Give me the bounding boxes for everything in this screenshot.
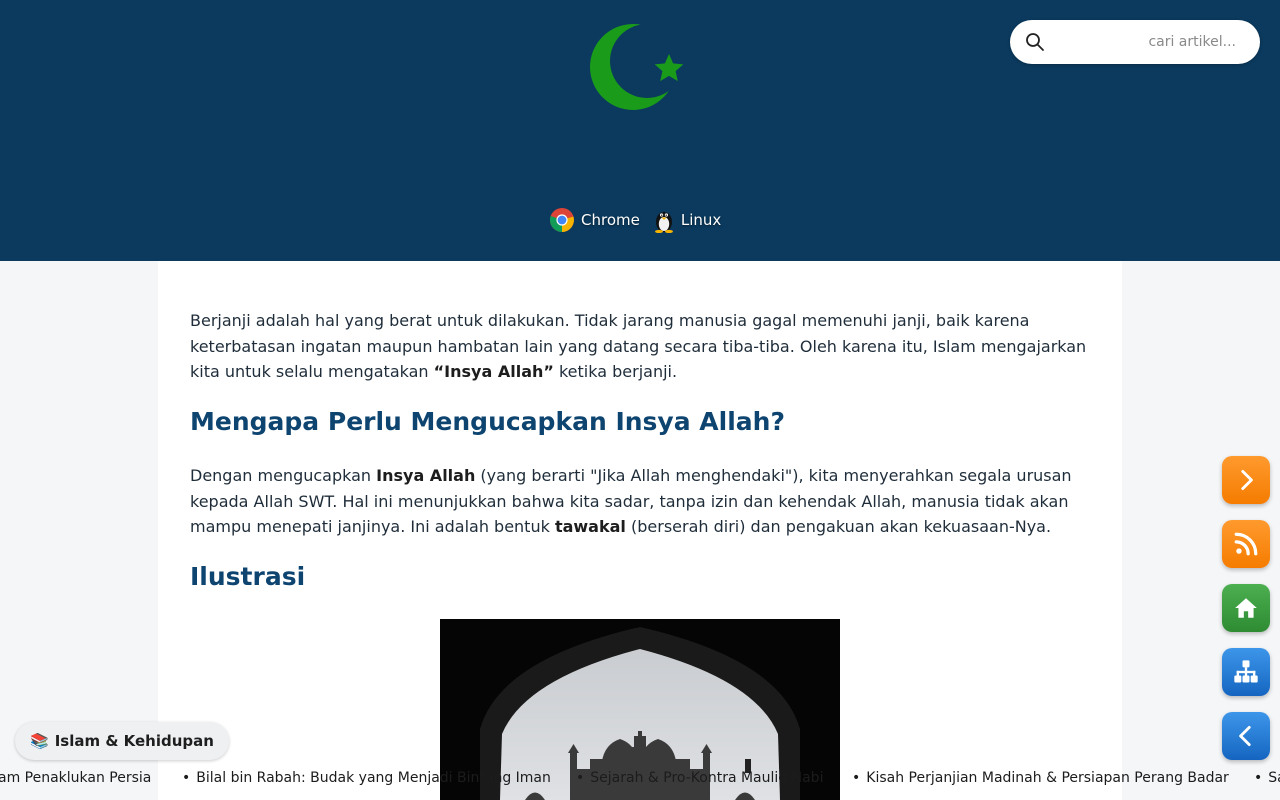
platform-chrome-label: Chrome	[581, 211, 640, 229]
site-header: Chrome Linux	[0, 0, 1280, 261]
chrome-icon	[549, 208, 574, 232]
explanation-text-3: (berserah diri) dan pengakuan akan kekua…	[625, 517, 1052, 536]
ticker-item[interactable]: • Kisah Perjanjian Madinah & Persiapan Pe…	[852, 770, 1229, 786]
rss-feed-button[interactable]	[1222, 520, 1270, 568]
rss-icon	[1234, 532, 1258, 556]
explanation-text-1: Dengan mengucapkan	[190, 466, 377, 485]
sitemap-button[interactable]	[1222, 648, 1270, 696]
explanation-bold-1: Insya Allah	[376, 466, 476, 485]
crescent-star-icon[interactable]	[588, 22, 690, 114]
ticker-item[interactable]: • Bilal bin Rabah: Budak yang Menjadi Bin…	[182, 770, 551, 786]
explanation-paragraph: Dengan mengucapkan Insya Allah (yang ber…	[190, 463, 1090, 540]
home-icon	[1235, 598, 1257, 618]
article-ticker: am Penaklukan Persia • Bilal bin Rabah: B…	[0, 766, 1280, 792]
next-article-button[interactable]	[1222, 456, 1270, 504]
platform-linux-link[interactable]: Linux	[653, 207, 721, 233]
sitemap-icon	[1234, 660, 1258, 683]
ticker-item-label: Kisah Perjanjian Madinah & Persiapan Per…	[866, 770, 1229, 786]
tux-penguin-icon	[654, 212, 673, 233]
ticker-bullet: •	[1254, 770, 1263, 786]
explanation-bold-2: tawakal	[554, 517, 626, 536]
platform-chrome-link[interactable]: Chrome	[549, 207, 640, 233]
chevron-left-icon	[1239, 725, 1251, 747]
intro-bold-text: “Insya Allah”	[433, 362, 554, 381]
section-heading-why: Mengapa Perlu Mengucapkan Insya Allah?	[190, 407, 785, 436]
platform-linux-label: Linux	[680, 211, 722, 229]
ticker-item-label: Sa	[1268, 770, 1280, 786]
home-button[interactable]	[1222, 584, 1270, 632]
books-icon: 📚	[30, 732, 49, 750]
ticker-item[interactable]: • Sa	[1254, 770, 1280, 786]
intro-text-end: ketika berjanji.	[553, 362, 678, 381]
article-content: Berjanji adalah hal yang berat untuk dil…	[158, 261, 1122, 800]
intro-paragraph: Berjanji adalah hal yang berat untuk dil…	[190, 308, 1090, 385]
search-box[interactable]	[1010, 20, 1260, 64]
search-icon[interactable]	[1025, 32, 1045, 52]
ticker-item-label: am Penaklukan Persia	[0, 770, 152, 786]
category-badge[interactable]: 📚 Islam & Kehidupan	[15, 722, 229, 760]
ticker-item[interactable]: • Sejarah & Pro-Kontra Maulid Nabi	[576, 770, 823, 786]
platform-links: Chrome Linux	[549, 207, 721, 233]
ticker-bullet: •	[182, 770, 191, 786]
category-label: Islam & Kehidupan	[54, 732, 214, 750]
ticker-item[interactable]: am Penaklukan Persia	[0, 770, 151, 786]
search-input[interactable]	[1058, 28, 1236, 56]
section-heading-illustration: Ilustrasi	[190, 562, 306, 591]
previous-article-button[interactable]	[1222, 712, 1270, 760]
ticker-item-label: Sejarah & Pro-Kontra Maulid Nabi	[590, 770, 824, 786]
ticker-item-label: Bilal bin Rabah: Budak yang Menjadi Bint…	[196, 770, 551, 786]
ticker-bullet: •	[576, 770, 585, 786]
chevron-right-icon	[1241, 469, 1253, 491]
ticker-bullet: •	[852, 770, 861, 786]
